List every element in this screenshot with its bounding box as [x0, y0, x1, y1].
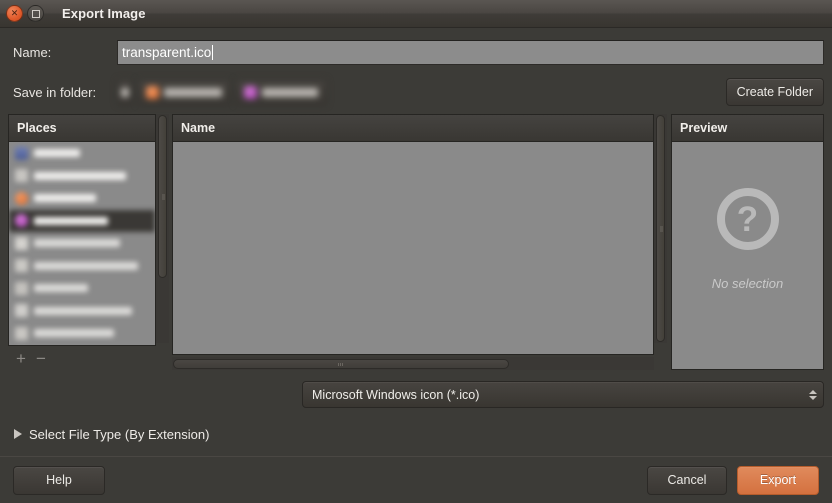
file-list-frame: Name: [172, 114, 654, 355]
scrollbar-thumb[interactable]: [173, 358, 509, 369]
volume-icon: [15, 259, 28, 273]
places-list[interactable]: [9, 142, 155, 346]
maximize-icon[interactable]: [27, 5, 44, 22]
chevron-right-icon: [14, 429, 22, 439]
places-list-item[interactable]: [9, 300, 155, 323]
scrollbar-thumb[interactable]: [158, 115, 167, 279]
breadcrumb-item-label: [262, 87, 318, 97]
breadcrumb-overflow-button[interactable]: [117, 79, 133, 105]
places-list-item[interactable]: [9, 187, 155, 210]
file-chooser-panes: Places + − Name Preview ? No selection: [0, 114, 832, 370]
select-file-type-label: Select File Type (By Extension): [29, 426, 210, 442]
window-title: Export Image: [62, 6, 146, 21]
filename-input[interactable]: transparent.ico: [117, 39, 824, 65]
title-bar: ✕ Export Image: [0, 0, 832, 28]
ellipsis-icon: [121, 87, 129, 97]
preview-frame: Preview ? No selection: [671, 114, 824, 370]
save-in-folder-row: Save in folder: Create Folder: [0, 74, 832, 114]
file-list-body[interactable]: [173, 142, 653, 354]
filename-value: transparent.ico: [122, 44, 212, 60]
breadcrumb-item-home[interactable]: [137, 79, 231, 105]
desktop-folder-icon: [244, 85, 257, 99]
recent-icon: [15, 169, 28, 183]
places-list-item-label: [34, 149, 80, 158]
places-list-item[interactable]: [9, 345, 155, 346]
preview-pane: Preview ? No selection: [667, 114, 824, 370]
help-button[interactable]: Help: [13, 465, 105, 495]
places-list-item-label: [34, 306, 132, 315]
places-list-item-label: [34, 329, 114, 338]
places-list-item[interactable]: [9, 209, 155, 232]
export-image-dialog: ✕ Export Image Name: transparent.ico Sav…: [0, 0, 832, 503]
file-list-column-header[interactable]: Name: [173, 115, 653, 142]
places-list-item-label: [34, 194, 96, 203]
dialog-action-bar: Help Cancel Export: [0, 456, 832, 503]
breadcrumb: [117, 79, 726, 105]
preview-header: Preview: [672, 115, 823, 142]
file-type-select[interactable]: Microsoft Windows icon (*.ico): [302, 381, 824, 408]
filesystem-icon: [15, 236, 28, 250]
export-button[interactable]: Export: [737, 465, 819, 495]
removable-icon: [15, 304, 28, 318]
preview-empty-text: No selection: [711, 276, 784, 291]
places-list-item[interactable]: [9, 232, 155, 255]
preview-body: ? No selection: [672, 142, 823, 369]
places-header: Places: [9, 115, 155, 142]
select-file-type-expander[interactable]: Select File Type (By Extension): [0, 410, 832, 444]
places-list-item[interactable]: [9, 322, 155, 345]
places-list-item[interactable]: [9, 277, 155, 300]
places-list-item-label: [34, 261, 138, 270]
places-list-item-label: [34, 171, 126, 180]
places-vertical-scrollbar[interactable]: [156, 114, 169, 343]
breadcrumb-item-label: [164, 87, 222, 97]
places-list-item-label: [34, 216, 108, 225]
save-in-folder-label: Save in folder:: [13, 84, 97, 100]
file-list-vertical-scrollbar[interactable]: [654, 114, 667, 343]
places-list-item-label: [34, 284, 88, 293]
scrollbar-thumb[interactable]: [656, 115, 665, 342]
close-icon[interactable]: ✕: [6, 5, 23, 22]
name-label: Name:: [13, 44, 52, 60]
device-icon: [15, 281, 28, 295]
home-folder-icon: [146, 85, 159, 99]
file-type-row: Microsoft Windows icon (*.ico): [0, 370, 832, 410]
name-row: Name: transparent.ico: [0, 28, 832, 74]
desktop-icon: [15, 214, 28, 228]
dialog-body: Name: transparent.ico Save in folder: Cr…: [0, 28, 832, 503]
cancel-button[interactable]: Cancel: [647, 465, 727, 495]
file-list-horizontal-scrollbar[interactable]: [172, 357, 654, 370]
floppy-icon: [15, 326, 28, 340]
search-icon: [15, 146, 28, 160]
places-footer: + −: [8, 346, 156, 370]
places-list-item[interactable]: [9, 255, 155, 278]
places-list-item[interactable]: [9, 142, 155, 165]
places-frame: Places: [8, 114, 156, 347]
breadcrumb-item-desktop[interactable]: [235, 79, 327, 105]
places-list-item-label: [34, 239, 120, 248]
text-caret: [212, 44, 214, 60]
chevron-updown-icon[interactable]: [809, 389, 817, 400]
remove-place-button[interactable]: −: [36, 350, 46, 367]
places-list-item[interactable]: [9, 165, 155, 188]
places-pane: Places + −: [8, 114, 156, 370]
create-folder-button[interactable]: Create Folder: [725, 78, 824, 106]
add-place-button[interactable]: +: [16, 350, 26, 367]
file-type-selected-value: Microsoft Windows icon (*.ico): [312, 387, 480, 402]
file-list-pane: Name: [169, 114, 654, 370]
question-mark-icon: ?: [716, 188, 779, 250]
home-icon: [15, 191, 28, 205]
